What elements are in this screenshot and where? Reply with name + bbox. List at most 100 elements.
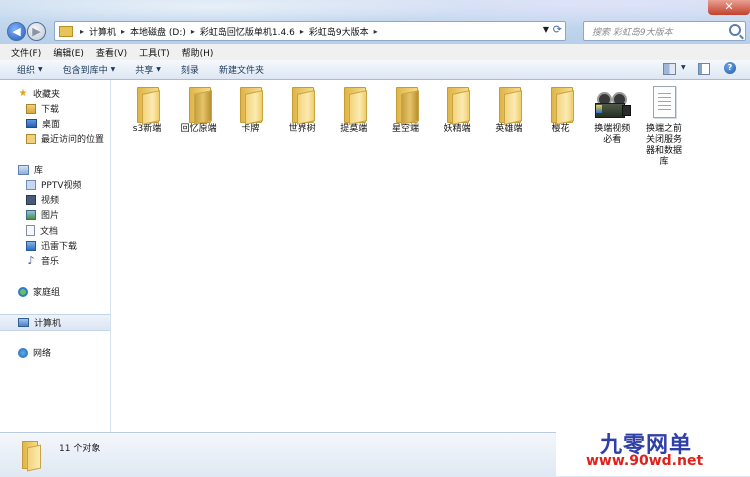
breadcrumb-arrow-icon[interactable]: ▸ [300,27,304,36]
view-options-dropdown-icon[interactable]: ▼ [681,64,686,71]
nav-item-recent[interactable]: 最近访问的位置 [0,131,110,146]
nav-label: 计算机 [34,319,62,329]
pptv-library-icon [26,179,36,190]
file-item[interactable]: 换端视频必看 [590,84,634,146]
file-name: 英雄端 [495,124,523,134]
nav-item-music[interactable]: ♪ 音乐 [0,253,110,268]
folder-item[interactable]: 世界树 [280,84,324,135]
pictures-library-icon [26,209,36,220]
toolbar-button[interactable]: 包含到库中 ▼ [63,63,116,76]
toolbar-button[interactable]: 组织 ▼ [17,63,43,76]
preview-pane-icon[interactable] [698,63,710,75]
folder-icon [539,84,583,125]
file-name: 樱花 [551,124,570,134]
folder-front-shape [555,90,574,125]
nav-item-thunder[interactable]: 迅雷下载 [0,238,110,253]
search-input[interactable]: 搜索 彩虹岛9大版本 [583,21,746,41]
refresh-icon[interactable]: ⟳ [553,23,562,36]
breadcrumb-arrow-icon[interactable]: ▸ [374,27,378,36]
breadcrumb-item[interactable]: 本地磁盘 (D:) [130,25,186,38]
toolbar-button-label: 共享 [135,66,154,76]
video-file-icon [590,84,634,122]
toolbar-button[interactable]: 新建文件夹 [219,63,264,76]
breadcrumb-arrow-icon[interactable]: ▸ [121,27,125,36]
nav-label: PPTV视频 [41,181,82,191]
documents-library-icon [26,225,35,236]
forward-button[interactable]: ▶ [27,22,46,41]
text-file-icon [642,84,686,122]
folder-icon [435,84,479,125]
file-item[interactable]: 换端之前关闭服务器和数据库 [642,84,686,168]
text-line-shape [658,101,671,102]
toolbar-button-label: 刻录 [180,66,199,76]
nav-item-pptv[interactable]: PPTV视频 [0,177,110,192]
nav-computer[interactable]: 计算机 [0,314,110,331]
nav-library[interactable]: 库 [0,162,110,177]
menu-item[interactable]: 查看(V) [90,46,133,59]
menu-item[interactable]: 工具(T) [133,46,176,59]
folder-item[interactable]: 提莫端 [332,84,376,135]
video-camera-shape [595,92,632,118]
folder-item[interactable]: 回忆原端 [177,84,221,135]
music-note-icon: ♪ [27,253,35,267]
address-dropdown-icon[interactable]: ▼ [543,25,549,34]
nav-favorites[interactable]: ★ 收藏夹 [0,86,110,101]
watermark-url: www.90wd.net [586,453,704,469]
nav-label: 家庭组 [33,288,61,298]
change-view-icon[interactable] [663,63,676,75]
video-library-icon [26,194,36,205]
downloads-folder-icon [26,103,36,114]
nav-label: 最近访问的位置 [41,135,105,145]
dropdown-caret-icon: ▼ [156,66,161,73]
forward-arrow-icon: ▶ [32,25,41,38]
nav-label: 库 [34,166,44,176]
folder-item[interactable]: 星空端 [384,84,428,135]
text-line-shape [658,109,671,110]
nav-item-desktop[interactable]: 桌面 [0,116,110,131]
nav-item-downloads[interactable]: 下载 [0,101,110,116]
breadcrumb-arrow-icon[interactable]: ▸ [191,27,195,36]
back-button[interactable]: ◀ [7,22,26,41]
command-bar: 组织 ▼ 包含到库中 ▼ 共享 ▼ 刻录 新建文件夹 ▼ ? [0,60,750,80]
folder-item[interactable]: 英雄端 [487,84,531,135]
nav-network[interactable]: 网络 [0,345,110,360]
folder-item[interactable]: s3新端 [125,84,169,135]
text-line-shape [658,105,671,106]
search-icon[interactable] [729,24,741,36]
nav-label: 视频 [41,196,60,206]
folder-item[interactable]: 樱花 [539,84,583,135]
menu-item[interactable]: 文件(F) [0,46,47,59]
nav-item-videos[interactable]: 视频 [0,192,110,207]
homegroup-icon [18,286,28,297]
toolbar-button-label: 包含到库中 [62,66,108,76]
star-icon: ★ [18,87,28,99]
file-name: 妖精端 [443,124,471,134]
breadcrumb-item[interactable]: 彩虹岛回忆版单机1.4.6 [200,25,295,38]
address-bar[interactable]: ▸ 计算机 ▸ 本地磁盘 (D:) ▸ 彩虹岛回忆版单机1.4.6 ▸ 彩虹岛9大版本 ▸ ▼ … [54,21,566,41]
folder-item[interactable]: 妖精端 [435,84,479,135]
recent-places-icon [26,133,36,144]
folder-front-shape [142,90,160,125]
breadcrumb-arrow-icon[interactable]: ▸ [80,27,84,36]
nav-homegroup[interactable]: 家庭组 [0,284,110,299]
close-button[interactable]: ✕ [708,0,750,15]
file-list: s3新端 回忆原端 卡牌 世界树 提莫端 星空端 妖精端 英雄端 樱花 换端视频必看 换端之前关闭服… [111,80,750,432]
help-icon[interactable]: ? [724,62,736,74]
navigation-pane: ★ 收藏夹 下载 桌面最近访问的位置库 PPTV视频 视频 图片 文档 迅雷下载 ♪ 音乐家庭组计算… [0,80,111,432]
nav-item-pictures[interactable]: 图片 [0,207,110,222]
toolbar-button[interactable]: 共享 ▼ [135,63,161,76]
menu-item[interactable]: 编辑(E) [47,46,90,59]
toolbar-button[interactable]: 刻录 [181,63,199,76]
title-bar: ✕ ◀ ▶ ▸ 计算机 ▸ 本地磁盘 (D:) ▸ 彩虹岛回忆版单机1.4.6 ▸ 彩虹岛9大… [0,0,750,44]
file-name: 星空端 [391,124,419,134]
text-line-shape [658,97,671,98]
folder-item[interactable]: 卡牌 [228,84,272,135]
text-line-shape [658,93,671,94]
breadcrumb-item[interactable]: 计算机 [89,25,116,38]
menu-item[interactable]: 帮助(H) [176,46,220,59]
thunder-download-icon [26,240,36,251]
breadcrumb-item[interactable]: 彩虹岛9大版本 [309,25,369,38]
uac-shield-icon [596,105,603,113]
desktop-icon [26,119,37,128]
nav-item-documents[interactable]: 文档 [0,223,110,238]
